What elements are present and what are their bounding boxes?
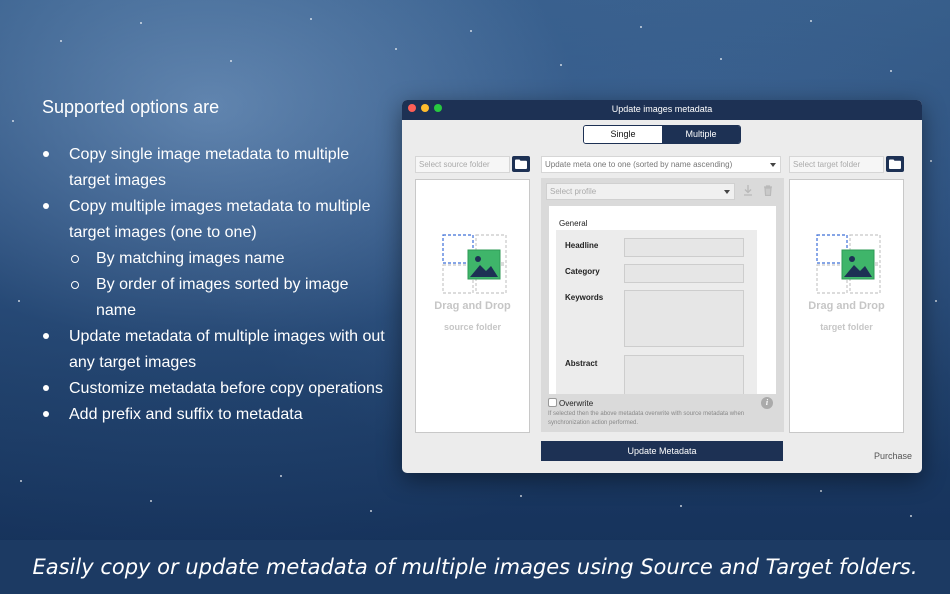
source-drop-subtitle: source folder [443,322,501,332]
sync-mode-select[interactable]: Update meta one to one (sorted by name a… [541,156,781,173]
feature-subitem: By matching images name [42,246,387,272]
feature-item: Copy single image metadata to multiple t… [42,142,387,194]
title-bar: Update images metadata [402,100,922,120]
keywords-input[interactable] [624,290,744,347]
source-drop-title: Drag and Drop [434,300,511,312]
tab-single[interactable]: Single [584,126,662,143]
feature-item: Customize metadata before copy operation… [42,376,387,402]
app-window: Update images metadata Single Multiple S… [402,100,922,473]
trash-icon[interactable] [763,185,773,196]
target-drop-title: Drag and Drop [808,300,885,312]
profile-placeholder: Select profile [550,187,597,196]
target-drop-zone[interactable]: Drag and Drop target folder [789,179,904,433]
chevron-down-icon [724,190,730,194]
abstract-label: Abstract [565,359,598,368]
profile-select[interactable]: Select profile [546,183,735,200]
feature-list: Supported options are Copy single image … [42,96,387,428]
window-title: Update images metadata [611,104,713,114]
metadata-panel: Select profile General Headline Category… [541,178,784,432]
folder-icon [515,159,527,169]
feature-item: Copy multiple images metadata to multipl… [42,194,387,246]
sync-mode-value: Update meta one to one (sorted by name a… [545,160,733,169]
tab-multiple[interactable]: Multiple [662,126,740,143]
source-folder-button[interactable] [512,156,530,172]
drag-drop-image-icon [442,234,507,294]
general-group: Headline Category Keywords Abstract [556,230,757,394]
overwrite-label: Overwrite [559,399,594,408]
info-icon[interactable]: i [761,397,773,409]
overwrite-hint: If selected then the above metadata over… [548,411,745,426]
source-folder-field[interactable]: Select source folder [415,156,510,173]
target-folder-field[interactable]: Select target folder [789,156,884,173]
feature-item: Update metadata of multiple images with … [42,324,387,376]
target-folder-button[interactable] [886,156,904,172]
download-icon[interactable] [743,185,753,196]
folder-icon [889,159,901,169]
checkbox-box[interactable] [548,398,557,407]
drag-drop-image-icon [816,234,881,294]
overwrite-checkbox[interactable]: Overwrite [548,398,593,408]
metadata-form: General Headline Category Keywords Abstr… [549,206,776,394]
category-label: Category [565,267,600,276]
category-input[interactable] [624,264,744,283]
target-drop-subtitle: target folder [820,322,873,332]
promo-banner: Easily copy or update metadata of multip… [0,540,950,594]
banner-text: Easily copy or update metadata of multip… [32,555,918,579]
purchase-link[interactable]: Purchase [874,451,912,461]
section-general-title: General [559,219,588,228]
feature-heading: Supported options are [42,97,220,117]
headline-input[interactable] [624,238,744,257]
feature-item: Add prefix and suffix to metadata [42,402,387,428]
mode-segmented-control: Single Multiple [583,125,741,144]
source-drop-zone[interactable]: Drag and Drop source folder [415,179,530,433]
update-metadata-button[interactable]: Update Metadata [541,441,783,461]
chevron-down-icon [770,163,776,167]
headline-label: Headline [565,241,599,250]
abstract-input[interactable] [624,355,744,394]
feature-subitem: By order of images sorted by image name [42,272,387,324]
keywords-label: Keywords [565,293,604,302]
